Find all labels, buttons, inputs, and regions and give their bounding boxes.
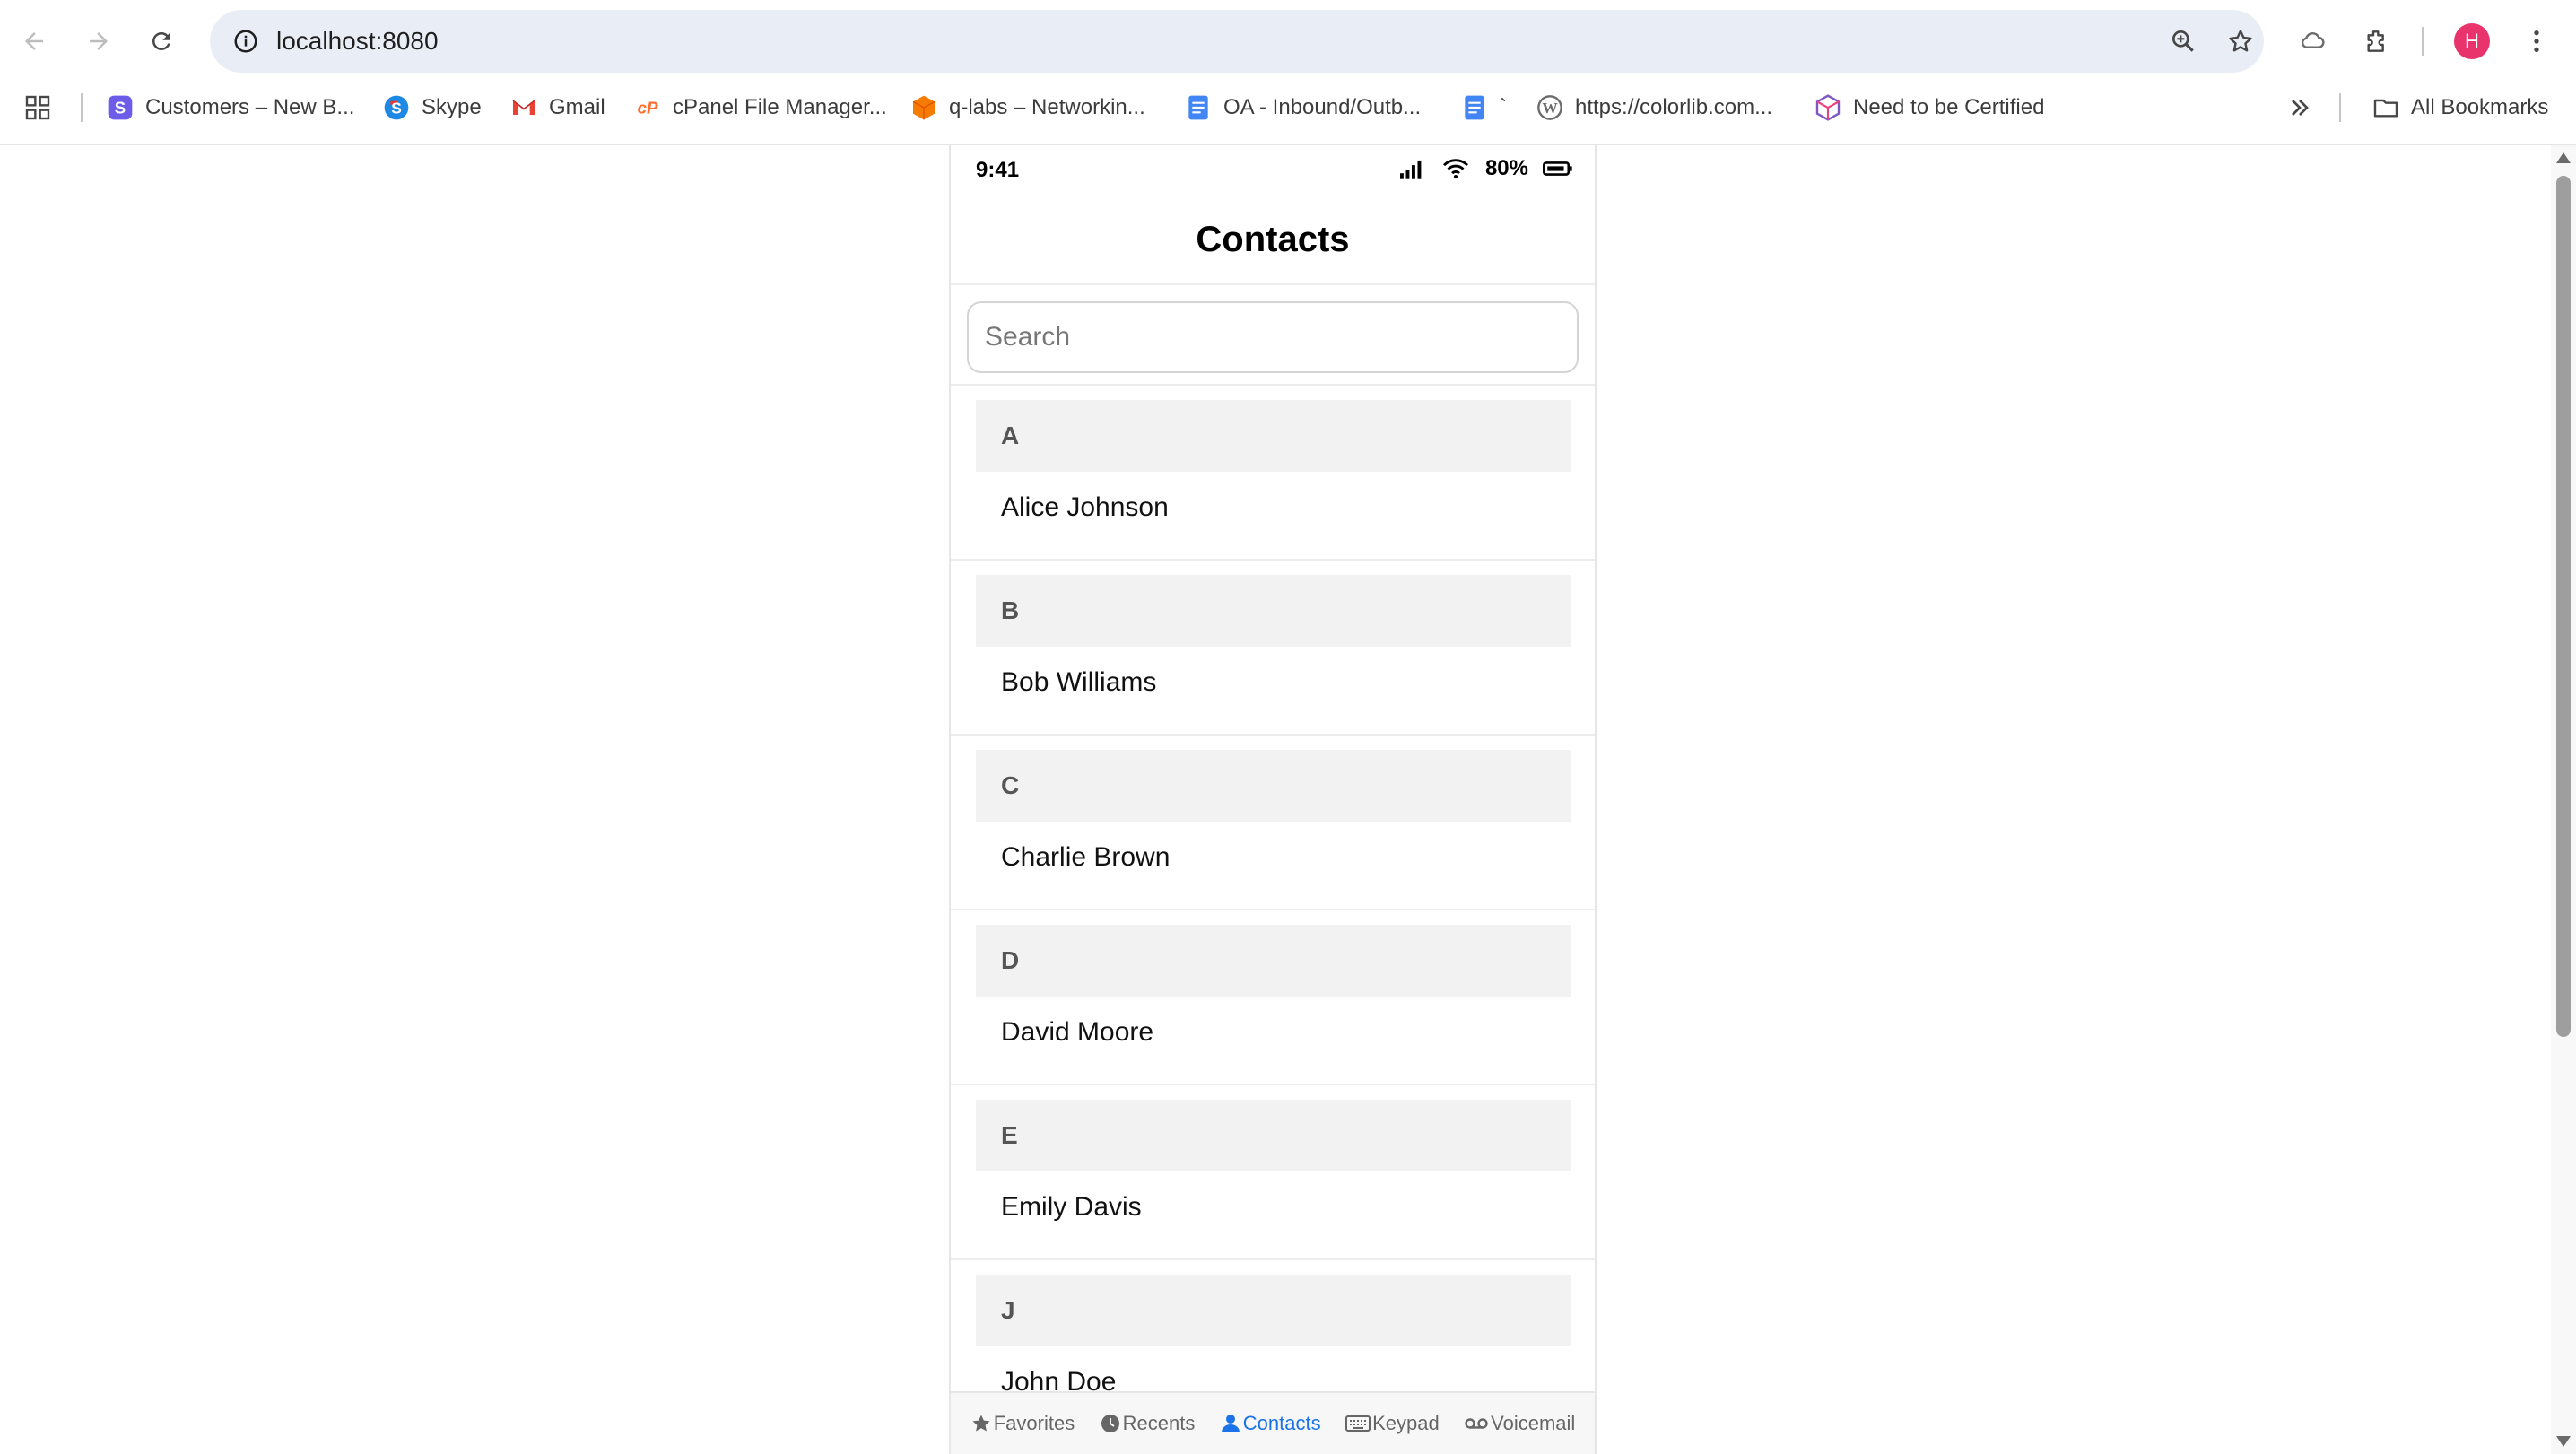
zoom-icon[interactable] <box>2162 20 2205 63</box>
section-header: E <box>976 1100 1571 1171</box>
header: Contacts <box>951 196 1595 285</box>
status-bar: 9:41 80% <box>951 145 1595 196</box>
box-icon <box>1814 93 1842 122</box>
cpanel-icon: cP <box>633 93 662 122</box>
contact-section-d: D David Moore <box>951 910 1595 1085</box>
svg-text:cP: cP <box>638 99 658 118</box>
browser-toolbar: localhost:8080 H S Customers – New B... … <box>0 0 2576 146</box>
scroll-down-arrow-icon[interactable] <box>2556 1436 2571 1447</box>
section-header: A <box>976 400 1571 472</box>
bookmark-gmail[interactable]: Gmail <box>509 88 605 127</box>
section-letter: A <box>1001 422 1020 449</box>
bookmarks-divider-2 <box>2339 93 2341 122</box>
svg-text:S: S <box>115 99 126 118</box>
svg-text:S: S <box>391 100 402 118</box>
address-bar[interactable]: localhost:8080 <box>210 10 2264 73</box>
reload-icon <box>152 31 170 50</box>
contact-list: A Alice Johnson B Bob Williams C Charlie… <box>951 386 1595 1435</box>
section-letter: J <box>1001 1296 1015 1324</box>
wordpress-icon: W <box>1536 93 1564 122</box>
status-time: 9:41 <box>976 158 1020 182</box>
section-letter: E <box>1001 1121 1018 1149</box>
contact-item[interactable]: Charlie Brown <box>1001 832 1170 883</box>
bookmarks-divider <box>81 93 83 122</box>
battery-percent: 80% <box>1484 156 1528 180</box>
s-app-icon: S <box>106 93 135 122</box>
search-input[interactable] <box>967 301 1579 373</box>
status-indicators: 80% <box>1397 156 1573 181</box>
bookmark-skype[interactable]: S Skype <box>382 88 482 127</box>
bookmark-doc-backtick[interactable]: ` <box>1460 88 1507 127</box>
back-button[interactable] <box>13 20 56 63</box>
profile-button[interactable]: H <box>2450 20 2493 63</box>
contact-item[interactable]: Alice Johnson <box>1001 483 1169 533</box>
search-container <box>951 285 1595 386</box>
bookmark-colorlib[interactable]: W https://colorlib.com... <box>1536 88 1772 127</box>
voicemail-icon <box>1465 1418 1488 1429</box>
signal-icon <box>1399 160 1422 179</box>
site-info-icon[interactable] <box>224 20 267 63</box>
contact-item[interactable]: Emily Davis <box>1001 1182 1142 1232</box>
contact-section-e: E Emily Davis <box>951 1085 1595 1260</box>
cube-icon <box>909 93 938 122</box>
star-icon <box>972 1415 990 1432</box>
menu-kebab-icon[interactable] <box>2515 20 2558 63</box>
clock-icon <box>1101 1415 1119 1432</box>
contact-section-b: B Bob Williams <box>951 561 1595 736</box>
section-header: D <box>976 925 1571 997</box>
bottom-tab-bar: Favorites Recents Contacts Keypad Voicem… <box>951 1391 1595 1454</box>
forward-button[interactable] <box>77 20 120 63</box>
phone-frame: 9:41 80% Contacts A Alice Johnson <box>949 145 1597 1454</box>
folder-icon <box>2371 93 2400 122</box>
contact-section-c: C Charlie Brown <box>951 736 1595 910</box>
reload-button[interactable] <box>140 20 183 63</box>
wifi-icon <box>1442 159 1468 179</box>
scrollbar-thumb[interactable] <box>2556 176 2571 1037</box>
docs-icon <box>1184 93 1213 122</box>
all-bookmarks-button[interactable]: All Bookmarks <box>2371 88 2548 127</box>
bookmark-q-labs[interactable]: q-labs – Networkin... <box>909 88 1145 127</box>
docs-icon <box>1460 93 1489 122</box>
apps-grid-button[interactable] <box>23 88 52 127</box>
contact-item[interactable]: Bob Williams <box>1001 657 1156 708</box>
tab-contacts[interactable]: Contacts <box>1220 1412 1321 1435</box>
section-header: B <box>976 575 1571 647</box>
contact-section-a: A Alice Johnson <box>951 386 1595 561</box>
section-header: J <box>976 1275 1571 1346</box>
section-letter: D <box>1001 946 1020 974</box>
arrow-left-icon <box>25 32 43 50</box>
gmail-icon <box>509 93 538 122</box>
bookmark-customers[interactable]: S Customers – New B... <box>106 88 354 127</box>
chevron-double-right-icon <box>2292 100 2309 116</box>
keyboard-icon <box>1345 1415 1371 1432</box>
bookmarks-overflow-button[interactable] <box>2285 88 2314 127</box>
browser-window: localhost:8080 H S Customers – New B... … <box>0 0 2576 1454</box>
cloud-extension-icon[interactable] <box>2291 20 2334 63</box>
bookmark-cpanel[interactable]: cP cPanel File Manager... <box>633 88 887 127</box>
page-title: Contacts <box>1196 219 1350 259</box>
section-letter: C <box>1001 771 1020 799</box>
arrow-right-icon <box>90 32 108 50</box>
skype-icon: S <box>382 93 411 122</box>
bookmark-oa-inbound[interactable]: OA - Inbound/Outb... <box>1184 88 1421 127</box>
contact-item[interactable]: David Moore <box>1001 1007 1153 1058</box>
battery-icon <box>1543 161 1572 176</box>
apps-grid-icon <box>25 95 50 120</box>
tab-voicemail[interactable]: Voicemail <box>1464 1412 1575 1435</box>
extensions-icon[interactable] <box>2355 20 2398 63</box>
section-letter: B <box>1001 596 1020 624</box>
bookmark-star-icon[interactable] <box>2219 20 2262 63</box>
section-header: C <box>976 750 1571 822</box>
page-scrollbar[interactable] <box>2551 145 2576 1454</box>
bookmark-certified[interactable]: Need to be Certified <box>1814 88 2044 127</box>
tab-keypad[interactable]: Keypad <box>1345 1412 1440 1435</box>
url-text[interactable]: localhost:8080 <box>276 10 439 73</box>
toolbar-divider <box>2422 27 2424 56</box>
scroll-up-arrow-icon[interactable] <box>2556 152 2571 163</box>
avatar: H <box>2454 23 2490 59</box>
tab-recents[interactable]: Recents <box>1100 1412 1195 1435</box>
person-icon <box>1221 1415 1240 1432</box>
svg-text:W: W <box>1542 100 1558 117</box>
tab-favorites[interactable]: Favorites <box>970 1412 1075 1435</box>
